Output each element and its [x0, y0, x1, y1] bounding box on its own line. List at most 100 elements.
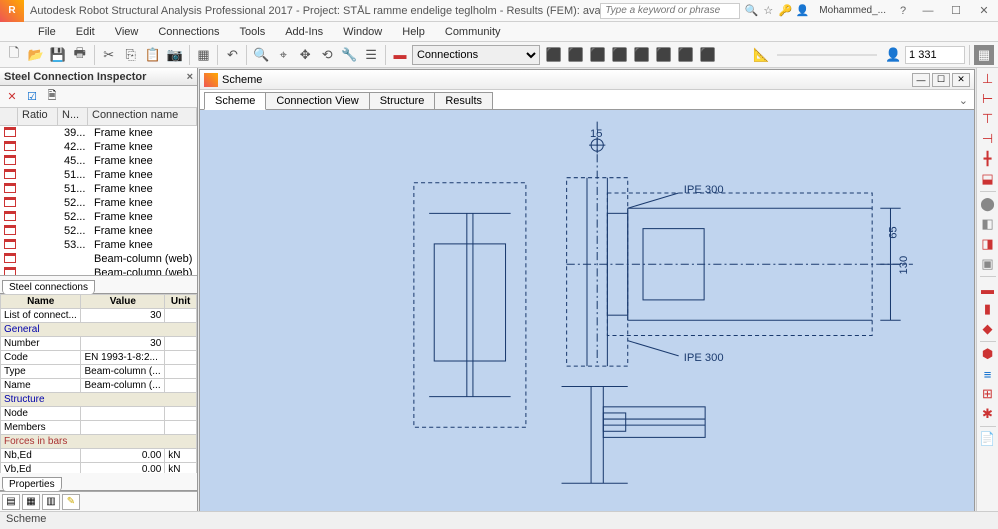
col-name[interactable]: Connection name: [88, 108, 197, 125]
copy-icon[interactable]: ⎘: [121, 45, 141, 65]
measure-icon[interactable]: 📐: [751, 45, 771, 65]
col-n[interactable]: N...: [58, 108, 88, 125]
rt-13[interactable]: ◆: [979, 320, 997, 338]
pan-icon[interactable]: ✥: [295, 45, 315, 65]
tabs-chevron-icon[interactable]: ⌄: [953, 92, 974, 109]
layout-icon[interactable]: ▬: [390, 45, 410, 65]
rt-11[interactable]: ▬: [979, 280, 997, 298]
ph-unit[interactable]: Unit: [165, 295, 197, 309]
print-icon[interactable]: 🖶: [70, 45, 90, 65]
drawing-canvas[interactable]: IPE 300 IPE 300 15 65 130: [200, 110, 974, 511]
undo-icon[interactable]: ↶: [222, 45, 242, 65]
property-grid[interactable]: NameValueUnit List of connect...30 Gener…: [0, 294, 197, 473]
rt-1[interactable]: ⊥: [979, 70, 997, 88]
open-icon[interactable]: 📂: [26, 45, 46, 65]
connection-list[interactable]: 39...Frame knee42...Frame knee45...Frame…: [0, 126, 197, 276]
tab-scheme[interactable]: Scheme: [204, 92, 266, 110]
user-label[interactable]: Mohammed_...: [813, 5, 892, 16]
table-row[interactable]: Beam-column (web): [0, 252, 197, 266]
rt-15[interactable]: ≡: [979, 365, 997, 383]
grp-general[interactable]: General: [1, 323, 197, 337]
rt-8[interactable]: ◧: [979, 215, 997, 233]
pv-3[interactable]: ▥: [42, 494, 60, 510]
table-row[interactable]: 52...Frame knee: [0, 210, 197, 224]
rt-2[interactable]: ⊢: [979, 90, 997, 108]
coord-input[interactable]: [905, 46, 965, 64]
table-row[interactable]: 53...Frame knee: [0, 238, 197, 252]
paste-icon[interactable]: 📋: [143, 45, 163, 65]
menu-tools[interactable]: Tools: [230, 26, 276, 38]
menu-file[interactable]: File: [28, 26, 66, 38]
zoom-window-icon[interactable]: ⌖: [273, 45, 293, 65]
rt-17[interactable]: ✱: [979, 405, 997, 423]
conn-btn-7[interactable]: ⬛: [676, 45, 696, 65]
new-icon[interactable]: 🗋: [4, 45, 24, 65]
pv-2[interactable]: ▦: [22, 494, 40, 510]
conn-btn-8[interactable]: ⬛: [698, 45, 718, 65]
menu-view[interactable]: View: [105, 26, 149, 38]
menu-connections[interactable]: Connections: [148, 26, 229, 38]
layout-select[interactable]: Connections: [412, 45, 540, 65]
menu-addins[interactable]: Add-Ins: [275, 26, 333, 38]
rt-5[interactable]: ╋: [979, 150, 997, 168]
grp-structure[interactable]: Structure: [1, 393, 197, 407]
rt-9[interactable]: ◨: [979, 235, 997, 253]
conn-btn-2[interactable]: ⬛: [566, 45, 586, 65]
rt-10[interactable]: ▣: [979, 255, 997, 273]
table-row[interactable]: 51...Frame knee: [0, 168, 197, 182]
col-icon[interactable]: [0, 108, 18, 125]
rt-16[interactable]: ⊞: [979, 385, 997, 403]
tab-connection-view[interactable]: Connection View: [265, 92, 369, 109]
rt-18[interactable]: 📄: [979, 430, 997, 448]
delete-icon[interactable]: ✕: [4, 89, 20, 105]
tab-properties[interactable]: Properties: [2, 477, 62, 491]
rt-14[interactable]: ⬢: [979, 345, 997, 363]
close-button[interactable]: ✕: [970, 0, 998, 22]
rt-4[interactable]: ⊣: [979, 130, 997, 148]
search-input[interactable]: [600, 3, 740, 19]
user-icon[interactable]: 👤: [795, 4, 809, 18]
conn-btn-6[interactable]: ⬛: [654, 45, 674, 65]
tab-steel-connections[interactable]: Steel connections: [2, 280, 95, 294]
table-icon[interactable]: ▦: [194, 45, 214, 65]
ph-value[interactable]: Value: [81, 295, 165, 309]
minimize-button[interactable]: —: [914, 0, 942, 22]
binoculars-icon[interactable]: 🔍: [744, 4, 758, 18]
rt-7[interactable]: ⬤: [979, 195, 997, 213]
scheme-min-button[interactable]: —: [912, 73, 930, 87]
cut-icon[interactable]: ✂: [99, 45, 119, 65]
help-icon[interactable]: ?: [896, 4, 910, 18]
save-icon[interactable]: 💾: [48, 45, 68, 65]
tab-results[interactable]: Results: [434, 92, 493, 109]
menu-edit[interactable]: Edit: [66, 26, 105, 38]
menu-window[interactable]: Window: [333, 26, 392, 38]
conn-btn-3[interactable]: ⬛: [588, 45, 608, 65]
camera-icon[interactable]: 📷: [165, 45, 185, 65]
person-icon[interactable]: 👤: [883, 45, 903, 65]
key-icon[interactable]: 🔑: [778, 4, 792, 18]
rotate-icon[interactable]: ⟲: [317, 45, 337, 65]
maximize-button[interactable]: ☐: [942, 0, 970, 22]
grid-icon[interactable]: ▦: [974, 45, 994, 65]
star-icon[interactable]: ☆: [761, 4, 775, 18]
wrench-icon[interactable]: 🔧: [339, 45, 359, 65]
table-row[interactable]: 39...Frame knee: [0, 126, 197, 140]
tab-structure[interactable]: Structure: [369, 92, 436, 109]
doc-icon[interactable]: 🗎: [44, 89, 60, 105]
rt-6[interactable]: ⬓: [979, 170, 997, 188]
settings-icon[interactable]: ☰: [361, 45, 381, 65]
table-row[interactable]: Beam-column (web): [0, 266, 197, 276]
rt-3[interactable]: ⊤: [979, 110, 997, 128]
check-icon[interactable]: ☑: [24, 89, 40, 105]
scheme-close-button[interactable]: ✕: [952, 73, 970, 87]
rt-12[interactable]: ▮: [979, 300, 997, 318]
grp-forces[interactable]: Forces in bars: [1, 435, 197, 449]
pv-4[interactable]: ✎: [62, 494, 80, 510]
inspector-close-icon[interactable]: ×: [187, 71, 193, 83]
table-row[interactable]: 42...Frame knee: [0, 140, 197, 154]
table-row[interactable]: 45...Frame knee: [0, 154, 197, 168]
menu-community[interactable]: Community: [435, 26, 511, 38]
menu-help[interactable]: Help: [392, 26, 435, 38]
scheme-max-button[interactable]: ☐: [932, 73, 950, 87]
conn-btn-5[interactable]: ⬛: [632, 45, 652, 65]
